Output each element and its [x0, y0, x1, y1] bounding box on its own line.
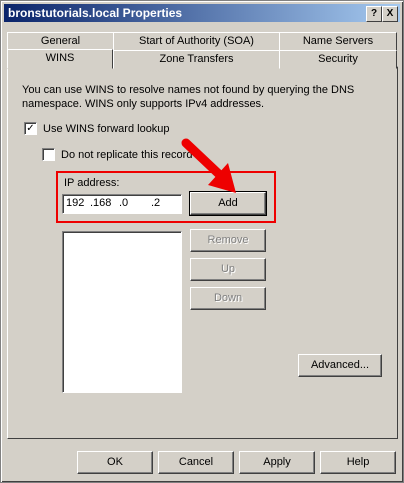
window-title: bronstutorials.local Properties [8, 6, 183, 20]
no-replicate-checkbox[interactable] [42, 148, 55, 161]
tab-name-servers[interactable]: Name Servers [279, 32, 397, 51]
use-wins-row[interactable]: ✓ Use WINS forward lookup [24, 122, 170, 135]
no-replicate-row[interactable]: Do not replicate this record [42, 148, 192, 161]
help-icon[interactable]: ? [366, 6, 382, 22]
wins-panel: You can use WINS to resolve names not fo… [7, 66, 398, 439]
help-button[interactable]: Help [320, 451, 396, 474]
ip-octet-3[interactable]: .0 [119, 197, 128, 209]
use-wins-checkbox[interactable]: ✓ [24, 122, 37, 135]
apply-button[interactable]: Apply [239, 451, 315, 474]
title-bar[interactable]: bronstutorials.local Properties ? X [4, 4, 400, 22]
tab-soa[interactable]: Start of Authority (SOA) [113, 32, 280, 51]
annotation-arrow-icon [181, 138, 236, 193]
ip-address-field[interactable]: 192 .168 .0 .2 [62, 194, 182, 214]
ip-octet-4[interactable]: .2 [151, 197, 160, 209]
tab-security[interactable]: Security [279, 50, 397, 69]
no-replicate-label: Do not replicate this record [61, 148, 193, 161]
remove-button[interactable]: Remove [190, 229, 266, 252]
properties-dialog: bronstutorials.local Properties ? X Gene… [0, 0, 404, 483]
use-wins-label: Use WINS forward lookup [43, 122, 170, 135]
tab-wins[interactable]: WINS [7, 49, 113, 69]
up-button[interactable]: Up [190, 258, 266, 281]
ip-address-label: IP address: [64, 177, 120, 189]
ip-address-list[interactable] [62, 231, 182, 393]
wins-description: You can use WINS to resolve names not fo… [22, 84, 355, 110]
close-icon[interactable]: X [382, 6, 398, 22]
advanced-button[interactable]: Advanced... [298, 354, 382, 377]
cancel-button[interactable]: Cancel [158, 451, 234, 474]
tab-zone-transfers[interactable]: Zone Transfers [113, 50, 280, 69]
down-button[interactable]: Down [190, 287, 266, 310]
ip-octet-2[interactable]: .168 [90, 197, 111, 209]
ok-button[interactable]: OK [77, 451, 153, 474]
ip-octet-1[interactable]: 192 [66, 197, 84, 209]
